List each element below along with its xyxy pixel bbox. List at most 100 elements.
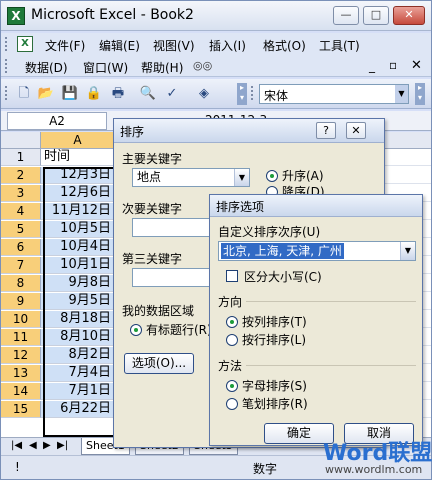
close-button[interactable]: ✕ bbox=[393, 6, 425, 25]
primary-key-value: 地点 bbox=[137, 170, 162, 184]
toolbar-options-icon-2[interactable]: ▸ ▾ bbox=[415, 83, 425, 105]
cell-a[interactable]: 6月22日 bbox=[41, 401, 115, 418]
cell-a[interactable]: 8月2日 bbox=[41, 347, 115, 364]
has-header-radio[interactable] bbox=[130, 324, 142, 336]
new-icon[interactable]: 🗋 bbox=[15, 85, 33, 103]
cell-a[interactable]: 12月3日 bbox=[41, 167, 115, 184]
menu-tools[interactable]: 工具(T) bbox=[319, 37, 360, 54]
custom-order-label: 自定义排序次序(U) bbox=[218, 225, 321, 239]
custom-order-value: 北京, 上海, 天津, 广州 bbox=[221, 243, 344, 259]
menu-edit[interactable]: 编辑(E) bbox=[99, 37, 140, 54]
workbook-minimize-button[interactable]: _ bbox=[369, 59, 375, 73]
row-header[interactable]: 3 bbox=[1, 185, 41, 202]
cell-a[interactable]: 10月4日 bbox=[41, 239, 115, 256]
primary-key-select[interactable]: 地点 ▼ bbox=[132, 168, 250, 187]
row-header[interactable]: 1 bbox=[1, 149, 41, 166]
print-icon[interactable]: 🖶 bbox=[109, 85, 127, 103]
last-sheet-icon[interactable]: ▶| bbox=[57, 440, 68, 451]
column-header-a[interactable]: A bbox=[41, 132, 115, 149]
row-header[interactable]: 7 bbox=[1, 257, 41, 274]
cell-a[interactable]: 8月18日 bbox=[41, 311, 115, 328]
research-icon[interactable]: ◈ bbox=[195, 85, 213, 103]
secondary-key-select[interactable] bbox=[132, 218, 210, 237]
sort-options-titlebar[interactable]: 排序选项 bbox=[210, 195, 422, 217]
row-header[interactable]: 14 bbox=[1, 383, 41, 400]
grip-icon[interactable] bbox=[5, 86, 9, 100]
third-key-select[interactable] bbox=[132, 268, 210, 287]
custom-order-select[interactable]: 北京, 上海, 天津, 广州 ▼ bbox=[218, 241, 416, 261]
grip-icon[interactable] bbox=[251, 86, 255, 100]
excel-app-icon[interactable]: X bbox=[7, 7, 25, 25]
spelling-icon[interactable]: ✓ bbox=[163, 85, 181, 103]
first-sheet-icon[interactable]: |◀ bbox=[11, 440, 22, 451]
row-header[interactable]: 5 bbox=[1, 221, 41, 238]
cell-a[interactable]: 9月5日 bbox=[41, 293, 115, 310]
menu-file[interactable]: 文件(F) bbox=[45, 37, 85, 54]
menu-data[interactable]: 数据(D) bbox=[25, 59, 68, 76]
row-header[interactable]: 9 bbox=[1, 293, 41, 310]
sort-dialog-titlebar[interactable]: 排序 ? ✕ bbox=[114, 119, 384, 143]
row-header[interactable]: 8 bbox=[1, 275, 41, 292]
case-sensitive-checkbox[interactable] bbox=[226, 270, 238, 282]
ascending-radio[interactable] bbox=[266, 170, 278, 182]
permission-icon[interactable]: 🔒 bbox=[85, 85, 103, 103]
alphabetic-radio[interactable] bbox=[226, 380, 238, 392]
cell-a[interactable]: 10月5日 bbox=[41, 221, 115, 238]
status-num-lock: 数字 bbox=[253, 462, 278, 476]
row-header[interactable]: 13 bbox=[1, 365, 41, 382]
options-button[interactable]: 选项(O)... bbox=[124, 353, 194, 374]
toolbar-options-icon[interactable]: ▸ ▾ bbox=[237, 83, 247, 105]
workbook-restore-button[interactable]: ▫ bbox=[389, 58, 397, 72]
select-all-corner[interactable] bbox=[1, 132, 41, 149]
chevron-down-icon[interactable]: ▼ bbox=[234, 169, 249, 186]
menu-format[interactable]: 格式(O) bbox=[263, 37, 306, 54]
prev-sheet-icon[interactable]: ◀ bbox=[29, 440, 37, 451]
row-header[interactable]: 4 bbox=[1, 203, 41, 220]
chevron-down-icon[interactable]: ▼ bbox=[395, 85, 408, 103]
next-sheet-icon[interactable]: ▶ bbox=[43, 440, 51, 451]
print-preview-icon[interactable]: 🔍 bbox=[139, 85, 157, 103]
by-column-radio[interactable] bbox=[226, 316, 238, 328]
row-header[interactable]: 11 bbox=[1, 329, 41, 346]
row-header[interactable]: 6 bbox=[1, 239, 41, 256]
workbook-icon[interactable]: X bbox=[17, 36, 33, 52]
method-label: 方法 bbox=[218, 359, 243, 373]
row-header[interactable]: 12 bbox=[1, 347, 41, 364]
sort-dialog-title: 排序 bbox=[120, 125, 145, 139]
menu-window[interactable]: 窗口(W) bbox=[83, 59, 128, 76]
third-key-label: 第三关键字 bbox=[122, 252, 183, 266]
cell-a[interactable]: 7月1日 bbox=[41, 383, 115, 400]
row-header[interactable]: 15 bbox=[1, 401, 41, 418]
cell-a[interactable]: 时间 bbox=[41, 149, 115, 166]
glasses-icon[interactable]: ◎◎ bbox=[193, 59, 212, 73]
row-header[interactable]: 10 bbox=[1, 311, 41, 328]
row-header[interactable]: 2 bbox=[1, 167, 41, 184]
menu-insert[interactable]: 插入(I) bbox=[209, 37, 246, 54]
cell-a[interactable]: 9月8日 bbox=[41, 275, 115, 292]
workbook-close-button[interactable]: ✕ bbox=[411, 58, 422, 73]
sort-options-dialog: 排序选项 自定义排序次序(U) 北京, 上海, 天津, 广州 ▼ 区分大小写(C… bbox=[209, 194, 423, 446]
data-range-label: 我的数据区域 bbox=[122, 304, 195, 318]
cell-a[interactable]: 10月1日 bbox=[41, 257, 115, 274]
grip-icon[interactable] bbox=[5, 59, 9, 73]
menu-help[interactable]: 帮助(H) bbox=[141, 59, 183, 76]
help-button[interactable]: ? bbox=[316, 122, 336, 139]
font-name-select[interactable]: 宋体 bbox=[259, 84, 409, 104]
maximize-button[interactable]: □ bbox=[363, 6, 389, 25]
alphabetic-label: 字母排序(S) bbox=[242, 379, 307, 393]
save-icon[interactable]: 💾 bbox=[61, 85, 79, 103]
cell-a[interactable]: 11月12日 bbox=[41, 203, 115, 220]
cell-a[interactable]: 7月4日 bbox=[41, 365, 115, 382]
secondary-key-label: 次要关键字 bbox=[122, 202, 183, 216]
cell-a[interactable]: 12月6日 bbox=[41, 185, 115, 202]
sort-close-button[interactable]: ✕ bbox=[346, 122, 366, 139]
open-icon[interactable]: 📂 bbox=[37, 85, 55, 103]
grip-icon[interactable] bbox=[5, 37, 9, 51]
menu-view[interactable]: 视图(V) bbox=[153, 37, 195, 54]
chevron-down-icon[interactable]: ▼ bbox=[400, 242, 415, 260]
by-row-radio[interactable] bbox=[226, 334, 238, 346]
minimize-button[interactable]: — bbox=[333, 6, 359, 25]
stroke-radio[interactable] bbox=[226, 398, 238, 410]
name-box[interactable]: A2 bbox=[7, 112, 107, 130]
cell-a[interactable]: 8月10日 bbox=[41, 329, 115, 346]
